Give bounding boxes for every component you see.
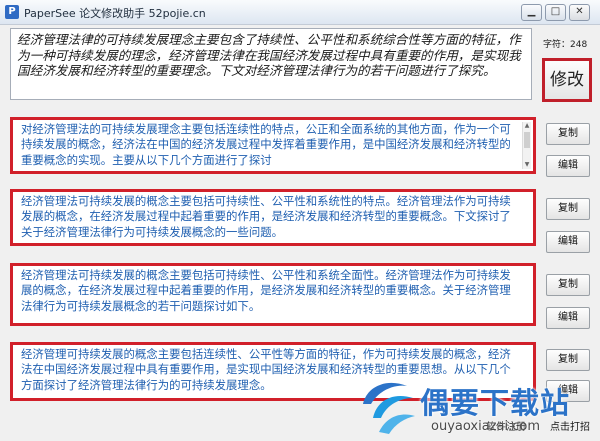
- edit-button-2[interactable]: 编辑: [546, 231, 590, 253]
- scroll-down-icon[interactable]: ▼: [523, 161, 531, 169]
- copy-button-3[interactable]: 复制: [546, 274, 590, 296]
- app-window: P PaperSee 论文修改助手 52pojie.cn ▁ □ ✕ 经济管理法…: [0, 0, 600, 441]
- result-text-3-content: 经济管理法可持续发展的概念主要包括可持续性、公平性和系统全面性。经济管理法作为可…: [21, 268, 511, 313]
- register-link[interactable]: 软件注册: [486, 418, 526, 433]
- edit-button-3[interactable]: 编辑: [546, 307, 590, 329]
- result-text-1-content: 对经济管理法的可持续发展理念主要包括连续性的特点，公正和全面系统的其他方面，作为…: [21, 122, 511, 167]
- close-icon[interactable]: ✕: [569, 4, 590, 21]
- modify-button[interactable]: 修改: [542, 58, 592, 102]
- copy-button-2[interactable]: 复制: [546, 198, 590, 220]
- copy-button-4[interactable]: 复制: [546, 349, 590, 371]
- scroll-thumb[interactable]: [524, 132, 530, 148]
- result-text-3[interactable]: 经济管理法可持续发展的概念主要包括可持续性、公平性和系统全面性。经济管理法作为可…: [10, 263, 536, 326]
- title-bar[interactable]: P PaperSee 论文修改助手 52pojie.cn ▁ □ ✕: [0, 0, 600, 25]
- window-title: PaperSee 论文修改助手 52pojie.cn: [24, 7, 206, 20]
- result-text-2[interactable]: 经济管理法可持续发展的概念主要包括可持续性、公平性和系统性的特点。经济管理法作为…: [10, 189, 536, 246]
- app-logo-icon: P: [5, 5, 19, 19]
- char-count-label: 字符：248: [543, 40, 588, 50]
- maximize-icon[interactable]: □: [545, 4, 566, 21]
- edit-button-4[interactable]: 编辑: [546, 380, 590, 402]
- source-text-input[interactable]: 经济管理法律的可持续发展理念主要包含了持续性、公平性和系统综合性等方面的特征，作…: [10, 28, 532, 100]
- result-1-scrollbar[interactable]: ▲ ▼: [522, 122, 531, 169]
- result-text-4[interactable]: 经济管理可持续发展的概念主要包括连续性、公平性等方面的特征，作为可持续发展的概念…: [10, 342, 536, 401]
- result-text-4-content: 经济管理可持续发展的概念主要包括连续性、公平性等方面的特征，作为可持续发展的概念…: [21, 347, 511, 392]
- scroll-up-icon[interactable]: ▲: [523, 122, 531, 130]
- click-link[interactable]: 点击打招: [550, 418, 590, 433]
- result-text-1[interactable]: 对经济管理法的可持续发展理念主要包括连续性的特点，公正和全面系统的其他方面，作为…: [10, 117, 536, 174]
- result-text-2-content: 经济管理法可持续发展的概念主要包括可持续性、公平性和系统性的特点。经济管理法作为…: [21, 194, 511, 239]
- edit-button-1[interactable]: 编辑: [546, 155, 590, 177]
- minimize-icon[interactable]: ▁: [521, 4, 542, 21]
- copy-button-1[interactable]: 复制: [546, 123, 590, 145]
